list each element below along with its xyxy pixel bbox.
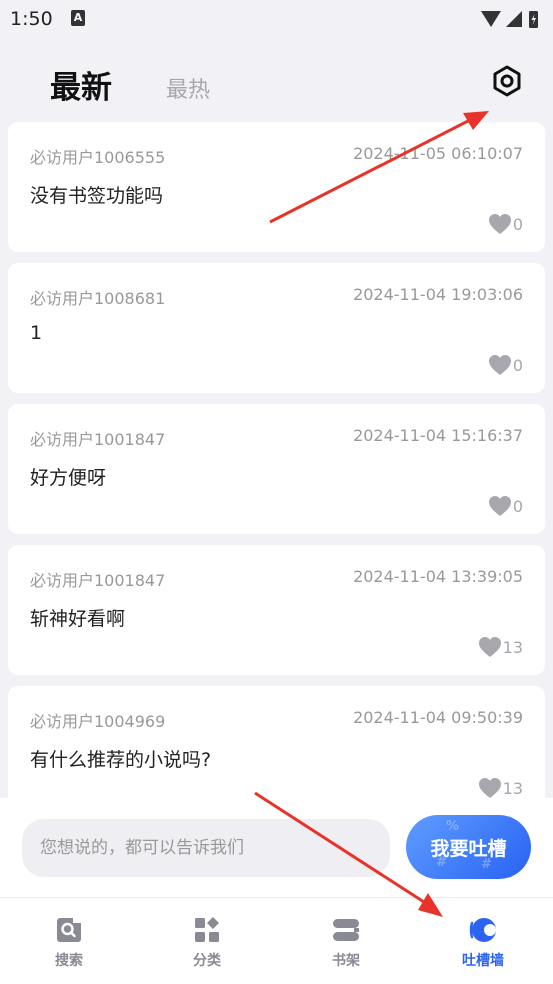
nav-search[interactable]: 搜索 [29, 916, 109, 972]
like-button[interactable]: 13 [478, 636, 523, 658]
bottom-nav: 搜索 分类 书架 吐槽墙 [0, 897, 553, 984]
post-time: 2024-11-04 13:39:05 [353, 567, 523, 586]
post-content: 1 [30, 322, 43, 344]
notification-a-icon: A [71, 10, 85, 26]
heart-icon [488, 355, 511, 375]
percent-decoration-icon: % [446, 819, 460, 834]
post-content: 斩神好看啊 [30, 608, 126, 630]
gear-icon[interactable] [490, 64, 524, 98]
post-card[interactable]: 必访用户1001847 2024-11-04 15:16:37 好方便呀 0 [8, 404, 545, 534]
bookshelf-icon [333, 919, 359, 941]
header: 最新 最热 [0, 44, 553, 120]
post-card[interactable]: 必访用户1001847 2024-11-04 13:39:05 斩神好看啊 13 [8, 545, 545, 675]
post-user: 必访用户1001847 [30, 430, 166, 449]
like-count: 13 [502, 637, 523, 657]
heart-icon [478, 637, 501, 657]
signal-icon [506, 11, 522, 27]
compose-bar: % # # 我要吐槽 [0, 798, 553, 897]
like-button[interactable]: 0 [488, 495, 523, 517]
post-time: 2024-11-04 19:03:06 [353, 285, 523, 304]
post-user: 必访用户1006555 [30, 148, 166, 167]
tab-latest[interactable]: 最新 [50, 62, 112, 107]
post-time: 2024-11-05 06:10:07 [353, 144, 523, 163]
post-content: 有什么推荐的小说吗? [30, 749, 212, 771]
wifi-icon [481, 11, 501, 27]
post-time: 2024-11-04 09:50:39 [353, 708, 523, 727]
like-count: 0 [512, 496, 523, 516]
post-list[interactable]: 必访用户1006555 2024-11-05 06:10:07 没有书签功能吗 … [0, 122, 553, 798]
post-card[interactable]: 必访用户1006555 2024-11-05 06:10:07 没有书签功能吗 … [8, 122, 545, 252]
like-count: 0 [512, 355, 523, 375]
nav-label: 分类 [193, 953, 221, 969]
tab-hot[interactable]: 最热 [166, 72, 210, 104]
post-content: 没有书签功能吗 [30, 185, 164, 207]
post-user: 必访用户1001847 [30, 571, 166, 590]
feedback-wall-icon [469, 918, 496, 942]
status-icons [481, 11, 538, 28]
like-button[interactable]: 0 [488, 213, 523, 235]
nav-label: 书架 [332, 953, 360, 969]
like-count: 13 [502, 778, 523, 798]
nav-bookshelf[interactable]: 书架 [306, 916, 386, 972]
feedback-input[interactable] [22, 819, 390, 877]
status-time: 1:50 [10, 8, 53, 30]
post-time: 2024-11-04 15:16:37 [353, 426, 523, 445]
nav-label: 吐槽墙 [462, 953, 504, 969]
nav-feedback-wall[interactable]: 吐槽墙 [443, 916, 523, 972]
post-card[interactable]: 必访用户1008681 2024-11-04 19:03:06 1 0 [8, 263, 545, 393]
like-count: 0 [512, 214, 523, 234]
like-button[interactable]: 13 [478, 777, 523, 798]
heart-icon [488, 214, 511, 234]
post-user: 必访用户1008681 [30, 289, 166, 308]
post-content: 好方便呀 [30, 467, 107, 489]
nav-category[interactable]: 分类 [167, 916, 247, 972]
heart-icon [478, 778, 501, 798]
nav-label: 搜索 [55, 953, 83, 969]
heart-icon [488, 496, 511, 516]
search-icon [57, 917, 82, 942]
post-user: 必访用户1004969 [30, 712, 166, 731]
like-button[interactable]: 0 [488, 354, 523, 376]
submit-feedback-label: 我要吐槽 [430, 837, 507, 860]
submit-feedback-button[interactable]: % # # 我要吐槽 [406, 815, 531, 879]
status-bar: 1:50 A [0, 0, 553, 40]
category-icon [195, 917, 219, 942]
post-card[interactable]: 必访用户1004969 2024-11-04 09:50:39 有什么推荐的小说… [8, 686, 545, 798]
